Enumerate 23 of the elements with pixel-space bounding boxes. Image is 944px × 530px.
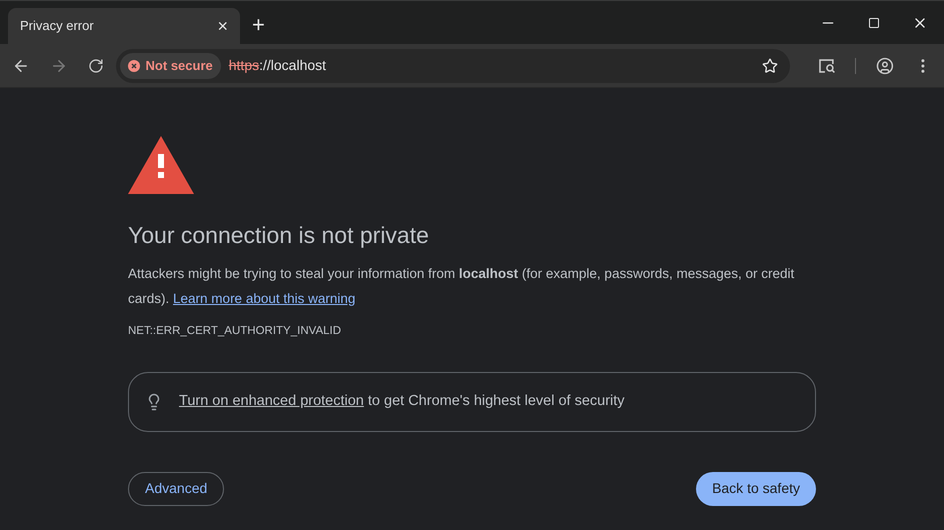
- maximize-icon[interactable]: [868, 17, 880, 29]
- bookmark-star-icon[interactable]: [762, 58, 778, 74]
- warning-text: Attackers might be trying to steal your information from localhost (for example, passwords, messages, or credit cards). Learn more about this warning: [128, 264, 796, 308]
- page-heading: Your connection is not private: [128, 221, 430, 250]
- advanced-button[interactable]: Advanced: [128, 472, 224, 506]
- page-search-icon[interactable]: [818, 58, 836, 74]
- enhanced-protection-link[interactable]: Turn on enhanced protection: [179, 392, 364, 409]
- new-tab-button[interactable]: +: [252, 14, 265, 36]
- learn-more-link[interactable]: Learn more about this warning: [173, 290, 356, 306]
- protection-text: Turn on enhanced protection to get Chrome's highest level of security: [179, 392, 625, 411]
- reload-icon[interactable]: [88, 58, 104, 74]
- security-chip[interactable]: Not secure: [120, 52, 221, 78]
- error-icon: [128, 60, 140, 72]
- tab-title: Privacy error: [20, 17, 94, 36]
- back-to-safety-button[interactable]: Back to safety: [696, 472, 816, 506]
- tab-close-button[interactable]: ×: [217, 17, 228, 35]
- error-code: NET::ERR_CERT_AUTHORITY_INVALID: [128, 324, 342, 338]
- browser-tab[interactable]: Privacy error ×: [8, 8, 240, 44]
- security-label: Not secure: [146, 56, 213, 75]
- url-text: https://localhost: [228, 56, 326, 75]
- profile-icon[interactable]: [876, 56, 894, 74]
- address-bar[interactable]: Not secure https://localhost: [116, 48, 790, 82]
- warning-icon: [128, 136, 194, 194]
